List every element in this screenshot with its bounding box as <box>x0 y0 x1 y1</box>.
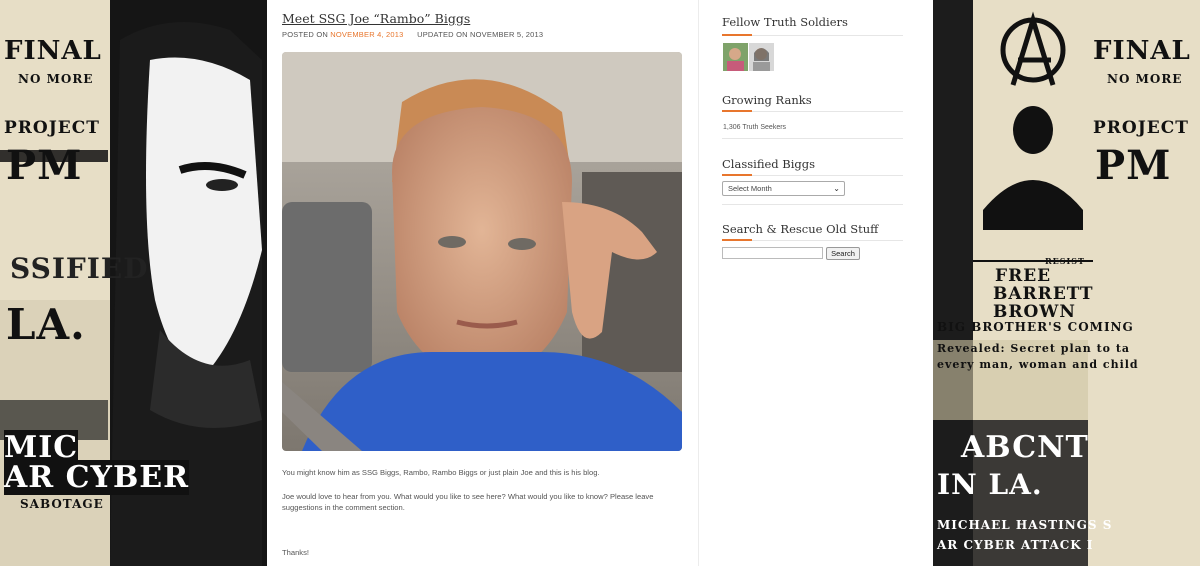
archive-month-select[interactable]: Select Month ⌄ <box>722 181 845 196</box>
poster-word: PROJECT <box>1093 118 1189 138</box>
poster-word: NO MORE <box>1107 72 1183 86</box>
left-background-art: FINAL NO MORE PROJECT PM SSIFIED LA. MIC… <box>0 0 267 566</box>
poster-word: SSIFIED <box>10 252 149 285</box>
member-count: 1,306 Truth Seekers <box>723 124 787 131</box>
widget-title-archive: Classified Biggs <box>722 157 816 171</box>
poster-word: SABOTAGE <box>20 497 104 511</box>
post-paragraph: You might know him as SSG Biggs, Rambo, … <box>282 468 600 477</box>
widget-title-search: Search & Rescue Old Stuff <box>722 222 879 236</box>
column-divider <box>698 0 699 566</box>
post-title-link[interactable]: Meet SSG Joe “Rambo” Biggs <box>282 11 470 26</box>
post-photo <box>282 52 682 451</box>
poster-word: NO MORE <box>18 72 94 86</box>
poster-word: AR CYBER ATTACK I <box>937 538 1094 552</box>
widget-underline <box>722 34 903 36</box>
widget-underline <box>722 239 903 241</box>
widget-title-fellow: Fellow Truth Soldiers <box>722 15 848 29</box>
selfie-image <box>282 52 682 451</box>
avatar-image <box>749 43 774 71</box>
widget-divider <box>722 204 903 205</box>
chevron-down-icon: ⌄ <box>833 184 840 193</box>
updated-label: UPDATED ON <box>417 30 468 39</box>
poster-word: PROJECT <box>4 118 100 138</box>
poster-word: BARRETT <box>993 284 1094 304</box>
avatar-image <box>723 43 748 71</box>
poster-word: FINAL <box>4 36 102 66</box>
search-button[interactable]: Search <box>826 247 860 260</box>
post-paragraph: Thanks! <box>282 548 310 557</box>
search-input[interactable] <box>722 247 823 259</box>
widget-underline <box>722 174 903 176</box>
post-meta: POSTED ON NOVEMBER 4, 2013 UPDATED ON NO… <box>282 30 543 39</box>
right-background-art: FINAL NO MORE PROJECT PM RESIST FREE BAR… <box>933 0 1200 566</box>
poster-word: MICHAEL HASTINGS S <box>937 518 1113 532</box>
poster-word: BIG BROTHER'S COMING <box>937 320 1134 334</box>
member-avatar[interactable] <box>749 43 774 71</box>
poster-word: ABCNT <box>961 430 1089 465</box>
posted-label: POSTED ON <box>282 30 328 39</box>
poster-word: every man, woman and child <box>937 358 1139 371</box>
widget-title-ranks: Growing Ranks <box>722 93 812 107</box>
poster-word: BROWN <box>993 302 1076 322</box>
updated-date: NOVEMBER 5, 2013 <box>470 30 544 39</box>
poster-word: AR CYBER <box>4 460 190 495</box>
poster-word: IN LA. <box>937 468 1043 501</box>
poster-word: PM <box>6 142 83 189</box>
post-paragraph: Joe would love to hear from you. What wo… <box>282 492 654 512</box>
select-value: Select Month <box>728 184 772 193</box>
posted-date-link[interactable]: NOVEMBER 4, 2013 <box>330 30 403 39</box>
member-avatar[interactable] <box>723 43 748 71</box>
poster-word: FREE <box>995 266 1052 286</box>
widget-divider <box>722 138 903 139</box>
widget-underline <box>722 110 903 112</box>
poster-word: LA. <box>6 300 86 349</box>
poster-word: Revealed: Secret plan to ta <box>937 342 1131 355</box>
poster-word: PM <box>1095 142 1172 189</box>
poster-word: FINAL <box>1093 36 1191 66</box>
poster-word: RESIST <box>1045 256 1085 266</box>
